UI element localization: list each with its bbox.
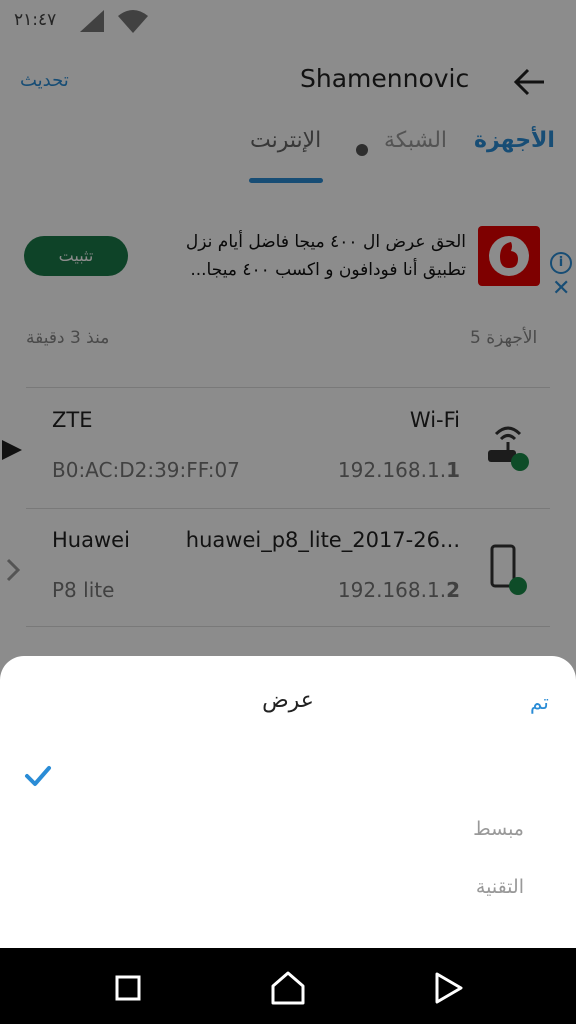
back-icon[interactable] <box>430 970 466 1006</box>
screen: ٢١:٤٧ تحديث Shamennovic الأجهزة الشبكة ا… <box>0 0 576 1024</box>
recents-icon[interactable] <box>110 970 146 1006</box>
view-bottom-sheet: عرض تم مبسط التقنية <box>0 656 576 948</box>
done-button[interactable]: تم <box>530 690 549 714</box>
navigation-bar <box>0 948 576 1024</box>
option-technical[interactable]: التقنية <box>476 876 524 898</box>
home-icon[interactable] <box>270 970 306 1006</box>
sheet-title: عرض <box>262 688 314 713</box>
check-icon <box>25 766 51 786</box>
option-simple[interactable]: مبسط <box>473 818 524 840</box>
